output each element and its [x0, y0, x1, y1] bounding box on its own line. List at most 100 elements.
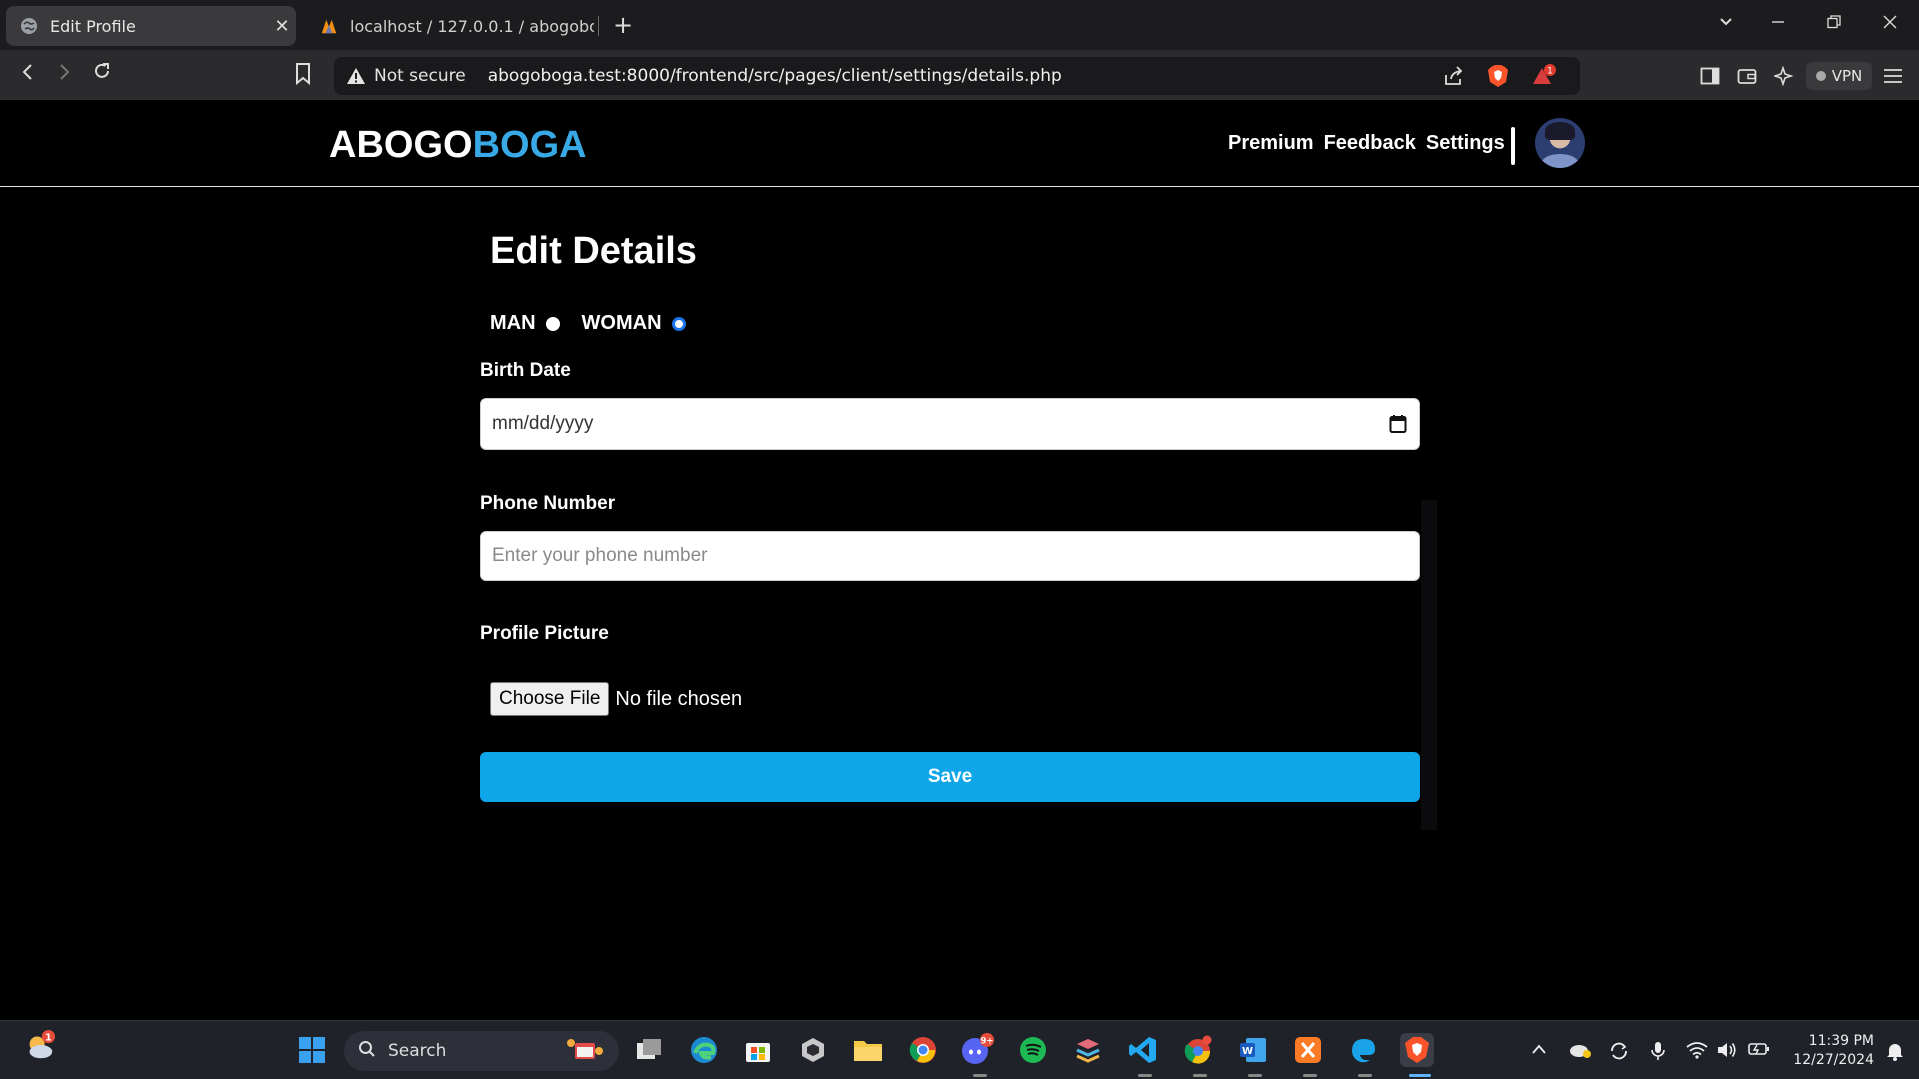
security-label[interactable]: Not secure — [374, 66, 466, 86]
vpn-button[interactable]: VPN — [1806, 62, 1872, 90]
microsoft-store-icon[interactable] — [741, 1033, 775, 1067]
browser-toolbar: Not secure abogoboga.test:8000/frontend/… — [0, 50, 1919, 100]
globe-icon — [20, 17, 38, 35]
site-logo[interactable]: ABOGOBOGA — [329, 124, 587, 167]
phone-placeholder: Enter your phone number — [492, 545, 708, 566]
discord-badge: 9+ — [980, 1037, 993, 1047]
logo-part-2: BOGA — [472, 124, 587, 166]
minimize-icon[interactable] — [1758, 6, 1798, 42]
word-icon[interactable]: W — [1236, 1033, 1270, 1067]
scrollbar[interactable] — [1421, 500, 1437, 830]
gender-man-radio[interactable] — [545, 316, 560, 331]
gender-selector: MAN WOMAN — [490, 312, 708, 335]
nav-divider — [1511, 127, 1515, 165]
tab-phpmyadmin[interactable]: localhost / 127.0.0.1 / abogoboga / — [314, 6, 594, 46]
url-text[interactable]: abogoboga.test:8000/frontend/src/pages/c… — [488, 66, 1062, 86]
new-tab-button[interactable]: + — [608, 10, 638, 40]
taskbar-search[interactable]: Search — [344, 1031, 619, 1071]
windows-taskbar: 1 Search 9+ W 11:39 PM 12/27/2024 — [0, 1020, 1919, 1079]
birth-date-field[interactable]: mm/dd/yyyy — [480, 398, 1420, 450]
edge-dev-icon[interactable] — [1346, 1033, 1380, 1067]
brave-icon[interactable] — [1400, 1033, 1434, 1067]
search-highlight-icon — [565, 1037, 605, 1066]
vpn-status-icon — [1815, 71, 1826, 81]
task-view-icon[interactable] — [632, 1033, 666, 1067]
avatar-hair — [1545, 122, 1575, 140]
running-indicator — [1358, 1074, 1372, 1077]
xampp-icon[interactable] — [1291, 1033, 1325, 1067]
notification-bell-icon[interactable] — [1884, 1041, 1906, 1061]
chevron-up-icon[interactable] — [1528, 1041, 1550, 1061]
reload-icon[interactable] — [86, 60, 118, 90]
clock-time: 11:39 PM — [1808, 1033, 1874, 1049]
save-button[interactable]: Save — [480, 752, 1420, 802]
wallet-icon[interactable] — [1733, 62, 1761, 90]
address-bar[interactable]: Not secure abogoboga.test:8000/frontend/… — [334, 57, 1580, 95]
page-title: Edit Details — [490, 230, 697, 272]
leo-ai-icon[interactable] — [1770, 62, 1798, 90]
chrome-profile-icon[interactable] — [1181, 1033, 1215, 1067]
stack-app-icon[interactable] — [1071, 1033, 1105, 1067]
running-indicator — [1303, 1074, 1317, 1077]
phpmyadmin-icon — [320, 17, 338, 35]
browser-tab-bar: Edit Profile ✕ localhost / 127.0.0.1 / a… — [0, 0, 1919, 50]
choose-file-button[interactable]: Choose File — [490, 682, 610, 716]
weather-icon[interactable]: 1 — [22, 1029, 56, 1063]
back-icon[interactable] — [12, 60, 44, 90]
clock-date: 12/27/2024 — [1793, 1052, 1874, 1068]
gender-woman-radio[interactable] — [671, 316, 686, 331]
menu-icon[interactable] — [1879, 62, 1907, 90]
brave-shields-icon[interactable] — [1484, 62, 1512, 90]
search-icon — [358, 1040, 376, 1063]
svg-text:W: W — [1242, 1046, 1253, 1057]
bookmark-icon[interactable] — [294, 62, 318, 88]
spotify-icon[interactable] — [1016, 1033, 1050, 1067]
restore-icon[interactable] — [1814, 6, 1854, 42]
close-window-icon[interactable] — [1870, 6, 1910, 42]
nav-settings[interactable]: Settings — [1426, 132, 1505, 155]
avatar[interactable] — [1535, 118, 1585, 168]
brave-rewards-icon[interactable]: 1 — [1530, 62, 1558, 90]
sync-icon[interactable] — [1608, 1041, 1630, 1061]
chrome-icon[interactable] — [906, 1033, 940, 1067]
calendar-icon[interactable] — [1389, 414, 1407, 434]
wifi-icon[interactable] — [1686, 1041, 1708, 1061]
logo-part-1: ABOGO — [329, 124, 473, 166]
gender-man-label: MAN — [490, 312, 536, 334]
running-indicator — [1193, 1074, 1207, 1077]
unity-icon[interactable] — [796, 1033, 830, 1067]
clock[interactable]: 11:39 PM 12/27/2024 — [1774, 1032, 1874, 1070]
phone-input[interactable]: Enter your phone number — [480, 531, 1420, 581]
tab-search-chevron-icon[interactable] — [1706, 6, 1746, 42]
tab-title: localhost / 127.0.0.1 / abogoboga / — [350, 16, 594, 36]
tab-edit-profile[interactable]: Edit Profile ✕ — [6, 6, 296, 46]
edge-icon[interactable] — [687, 1033, 721, 1067]
nav-premium[interactable]: Premium — [1228, 132, 1314, 155]
phone-label: Phone Number — [480, 493, 616, 514]
profile-picture-input: Choose File No file chosen — [490, 682, 742, 716]
start-icon[interactable] — [295, 1033, 329, 1067]
profile-picture-label: Profile Picture — [480, 623, 609, 644]
close-tab-icon[interactable]: ✕ — [268, 16, 296, 37]
vscode-icon[interactable] — [1126, 1033, 1160, 1067]
battery-icon[interactable] — [1748, 1041, 1770, 1061]
running-indicator — [1248, 1074, 1262, 1077]
volume-icon[interactable] — [1716, 1041, 1738, 1061]
running-indicator — [1138, 1074, 1152, 1077]
nav-feedback[interactable]: Feedback — [1324, 132, 1416, 155]
birth-date-label: Birth Date — [480, 360, 571, 381]
web-page: ABOGOBOGA Premium Feedback Settings Edit… — [0, 100, 1919, 1020]
avatar-shirt — [1541, 154, 1579, 168]
share-icon[interactable] — [1440, 62, 1468, 90]
birth-date-value: mm/dd/yyyy — [492, 413, 594, 434]
discord-icon[interactable]: 9+ — [960, 1033, 994, 1067]
tab-title: Edit Profile — [50, 16, 136, 36]
running-indicator — [973, 1074, 987, 1077]
sidebar-toggle-icon[interactable] — [1696, 62, 1724, 90]
file-status: No file chosen — [615, 687, 743, 710]
file-explorer-icon[interactable] — [851, 1033, 885, 1067]
forward-icon[interactable] — [48, 60, 80, 90]
onedrive-icon[interactable] — [1568, 1041, 1591, 1061]
vpn-label: VPN — [1831, 67, 1863, 85]
microphone-icon[interactable] — [1647, 1041, 1669, 1061]
